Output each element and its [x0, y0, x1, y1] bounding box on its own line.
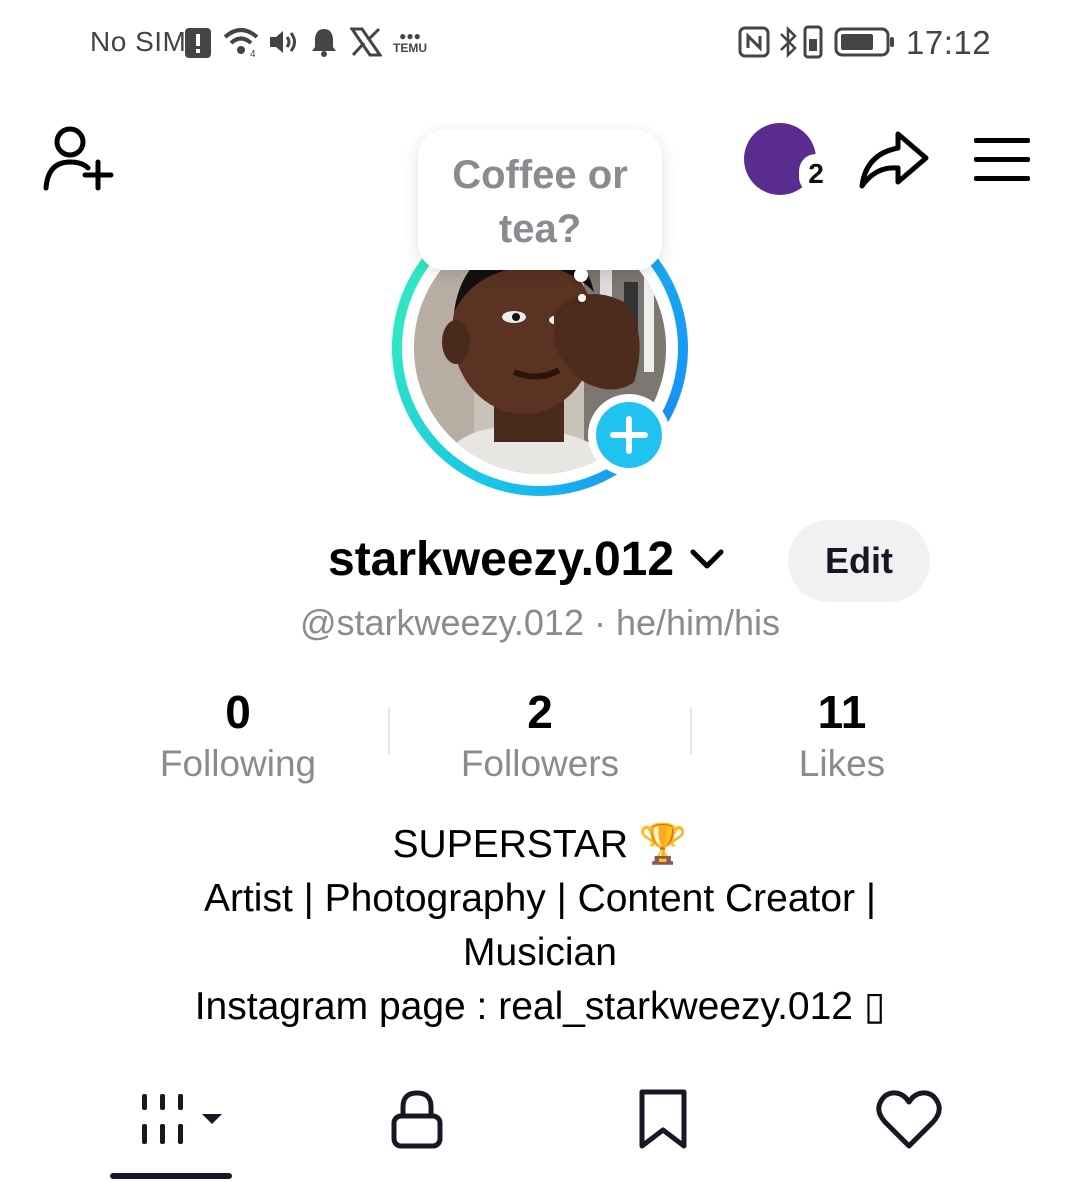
nfc-icon: [738, 26, 770, 58]
bio-line: Artist | Photography | Content Creator |: [203, 877, 877, 920]
status-bar: No SIM 4 ●●● TEMU 17:12: [0, 0, 1080, 86]
likes-count: 11: [817, 686, 867, 738]
volume-icon: [270, 31, 296, 53]
following-label: Following: [159, 743, 317, 784]
bell-icon: [312, 29, 336, 57]
stat-following[interactable]: 0 Following: [88, 686, 388, 790]
tab-videos[interactable]: [138, 1092, 228, 1148]
sim-alert-icon: [185, 28, 211, 58]
wifi-icon: 4: [223, 28, 259, 58]
clock: 17:12: [906, 24, 992, 61]
temu-icon: ●●● TEMU: [393, 29, 427, 55]
notification-count-badge: 2: [799, 154, 833, 194]
note-text-line1: Coffee or: [452, 153, 628, 197]
username-switcher[interactable]: starkweezy.012: [328, 532, 725, 587]
followers-label: Followers: [460, 743, 620, 784]
likes-label: Likes: [798, 743, 886, 784]
bio-line: Instagram page : real_starkweezy.012 ▯: [194, 985, 886, 1028]
stat-followers[interactable]: 2 Followers: [390, 686, 690, 790]
username: starkweezy.012: [328, 533, 675, 586]
menu-icon[interactable]: [972, 136, 1032, 184]
carrier-label: No SIM: [90, 26, 187, 57]
add-friend-icon[interactable]: [42, 126, 116, 192]
share-icon[interactable]: [858, 128, 930, 190]
svg-text:4: 4: [250, 49, 256, 58]
battery-icon: [834, 27, 894, 57]
note-text-line2: tea?: [498, 207, 582, 251]
bio-line: SUPERSTAR 🏆: [392, 823, 688, 866]
bio: SUPERSTAR 🏆 Artist | Photography | Conte…: [120, 818, 960, 1034]
grid-icon: [142, 1094, 222, 1144]
active-tab-indicator: [110, 1173, 232, 1179]
followers-count: 2: [527, 686, 553, 738]
plus-icon: [610, 416, 648, 454]
handle-pronouns: @starkweezy.012 · he/him/his: [299, 602, 781, 643]
stat-likes[interactable]: 11 Likes: [692, 686, 992, 790]
bio-line: Musician: [463, 931, 617, 974]
following-count: 0: [225, 686, 251, 738]
heart-icon[interactable]: [876, 1090, 942, 1150]
lock-icon[interactable]: [386, 1088, 448, 1150]
bluetooth-icon: [780, 25, 797, 59]
note-bubble[interactable]: Coffee or tea?: [418, 130, 662, 270]
bookmark-icon[interactable]: [636, 1088, 690, 1150]
chevron-down-icon: [690, 549, 724, 569]
edit-profile-button[interactable]: Edit: [788, 520, 930, 602]
device-icon: [803, 25, 823, 59]
x-app-icon: [350, 27, 382, 57]
add-story-button[interactable]: [588, 394, 670, 476]
